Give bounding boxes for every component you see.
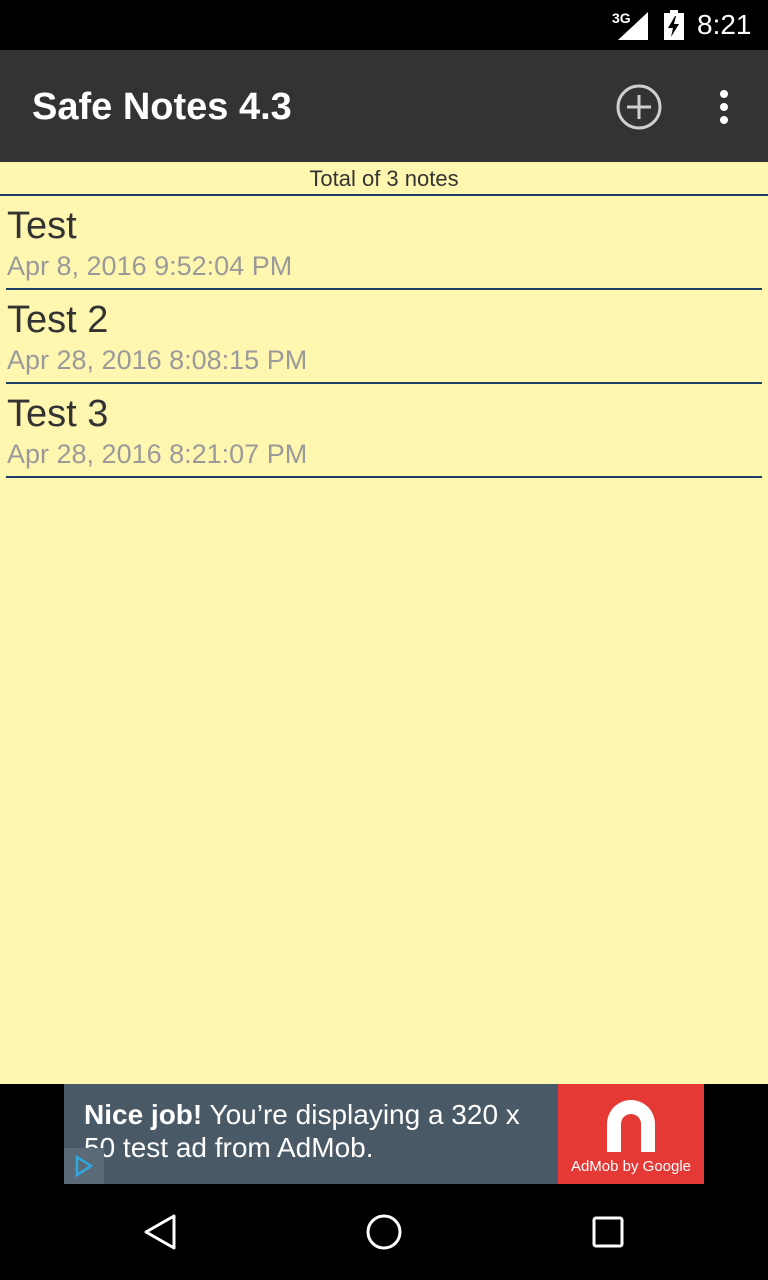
ad-choices-button[interactable] — [64, 1148, 104, 1184]
ad-brand: AdMob by Google — [570, 1158, 692, 1175]
recents-button[interactable] — [584, 1208, 632, 1256]
home-icon — [366, 1214, 402, 1250]
ad-text: Nice job! You’re displaying a 320 x 50 t… — [84, 1098, 554, 1164]
signal-icon — [618, 12, 648, 40]
note-date: Apr 28, 2016 8:21:07 PM — [7, 439, 308, 469]
note-item[interactable]: Test Apr 8, 2016 9:52:04 PM — [6, 196, 762, 290]
more-vert-icon — [720, 90, 728, 124]
notes-count-label: Total of 3 notes — [0, 162, 768, 196]
back-button[interactable] — [136, 1208, 184, 1256]
home-button[interactable] — [360, 1208, 408, 1256]
battery-charging-icon — [664, 10, 684, 40]
app-title: Safe Notes 4.3 — [32, 86, 292, 128]
recents-icon — [592, 1216, 624, 1248]
note-date: Apr 8, 2016 9:52:04 PM — [7, 251, 293, 281]
add-note-button[interactable] — [614, 82, 664, 132]
overflow-menu-button[interactable] — [704, 82, 744, 132]
status-bar: 3G 8:21 — [0, 0, 768, 50]
clock: 8:21 — [697, 9, 752, 40]
system-nav-bar — [0, 1184, 768, 1280]
note-list: Test Apr 8, 2016 9:52:04 PM Test 2 Apr 2… — [0, 196, 768, 478]
note-date: Apr 28, 2016 8:08:15 PM — [7, 345, 308, 375]
note-title: Test — [7, 205, 77, 247]
note-item[interactable]: Test 3 Apr 28, 2016 8:21:07 PM — [6, 384, 762, 478]
app-bar: Safe Notes 4.3 — [0, 50, 768, 162]
ad-banner[interactable]: Nice job! You’re displaying a 320 x 50 t… — [64, 1084, 704, 1184]
admob-logo: AdMob by Google — [558, 1084, 704, 1184]
note-title: Test 3 — [7, 393, 109, 435]
add-circle-icon — [616, 84, 662, 130]
ad-headline: Nice job! — [84, 1099, 203, 1130]
ad-choices-icon — [75, 1155, 94, 1177]
admob-mark-icon — [607, 1100, 655, 1152]
note-title: Test 2 — [7, 299, 109, 341]
ad-container: Nice job! You’re displaying a 320 x 50 t… — [0, 1084, 768, 1184]
note-item[interactable]: Test 2 Apr 28, 2016 8:08:15 PM — [6, 290, 762, 384]
notes-content: Total of 3 notes Test Apr 8, 2016 9:52:0… — [0, 162, 768, 1084]
back-icon — [144, 1214, 176, 1250]
